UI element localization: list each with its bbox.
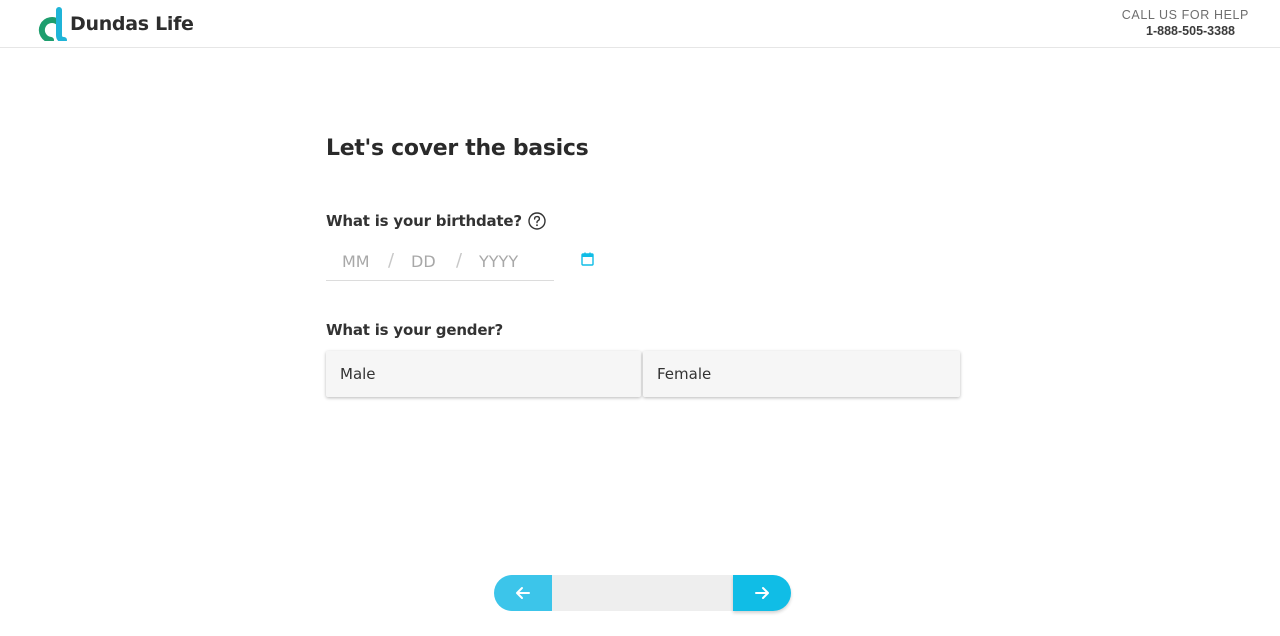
gender-option-male[interactable]: Male xyxy=(326,351,641,397)
gender-option-female[interactable]: Female xyxy=(643,351,960,397)
top-header: Dundas Life CALL US FOR HELP 1-888-505-3… xyxy=(0,0,1280,48)
birthdate-month-input[interactable]: MM xyxy=(342,252,370,271)
help-phone-link[interactable]: 1-888-505-3388 xyxy=(1089,23,1249,40)
gender-question-label: What is your gender? xyxy=(326,321,504,339)
back-button[interactable] xyxy=(494,575,552,611)
birthdate-question: What is your birthdate? xyxy=(326,212,546,230)
progress-track xyxy=(551,575,733,611)
next-button[interactable] xyxy=(733,575,791,611)
brand-name: Dundas Life xyxy=(70,13,194,35)
arrow-right-icon xyxy=(755,587,769,599)
form-navigation xyxy=(494,575,791,611)
birthdate-question-label: What is your birthdate? xyxy=(326,212,522,230)
arrow-left-icon xyxy=(516,587,530,599)
date-separator: / xyxy=(456,250,463,271)
help-contact: CALL US FOR HELP 1-888-505-3388 xyxy=(1089,8,1249,40)
birthdate-day-input[interactable]: DD xyxy=(411,252,436,271)
calendar-icon[interactable] xyxy=(581,252,594,266)
logo-mark-icon xyxy=(38,7,67,41)
question-circle-icon[interactable] xyxy=(528,212,546,230)
page-title: Let's cover the basics xyxy=(326,136,589,161)
help-label: CALL US FOR HELP xyxy=(1121,8,1249,22)
birthdate-input-group: MM / DD / YYYY xyxy=(326,244,554,281)
brand-logo[interactable]: Dundas Life xyxy=(37,7,194,41)
birthdate-year-input[interactable]: YYYY xyxy=(479,252,518,271)
date-separator: / xyxy=(388,250,395,271)
